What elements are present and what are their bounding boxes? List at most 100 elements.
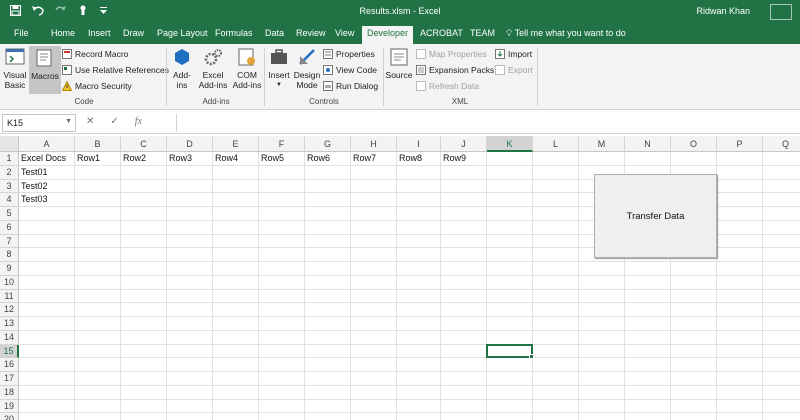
row-header-1[interactable]: 1 xyxy=(0,152,19,166)
row-header-3[interactable]: 3 xyxy=(0,179,19,194)
select-all-button[interactable] xyxy=(0,136,19,152)
transfer-data-button[interactable]: Transfer Data xyxy=(594,174,717,258)
cell-j1[interactable]: Row9 xyxy=(441,152,466,166)
tell-me-search[interactable]: 💡︎ Tell me what you want to do xyxy=(506,28,626,39)
column-header-n[interactable]: N xyxy=(625,136,671,152)
selected-cell[interactable] xyxy=(486,343,534,360)
column-header-j[interactable]: J xyxy=(441,136,487,152)
tab-draw[interactable]: Draw xyxy=(123,28,144,38)
record-macro-button[interactable]: Record Macro xyxy=(62,49,128,59)
row-header-5[interactable]: 5 xyxy=(0,207,19,221)
tab-team[interactable]: TEAM xyxy=(470,28,495,38)
cell-a4[interactable]: Test03 xyxy=(19,193,48,207)
name-box[interactable]: K15 ▼ xyxy=(2,114,76,132)
row-header-9[interactable]: 9 xyxy=(0,262,19,276)
insert-controls-label: Insert xyxy=(268,70,290,80)
fill-handle[interactable] xyxy=(529,354,534,360)
cell-b1[interactable]: Row1 xyxy=(75,152,100,166)
cell-i1[interactable]: Row8 xyxy=(397,152,422,166)
cancel-icon[interactable]: ✕ xyxy=(86,116,94,127)
column-header-l[interactable]: L xyxy=(533,136,579,152)
cell-e1[interactable]: Row4 xyxy=(213,152,238,166)
visual-basic-button[interactable]: Visual Basic xyxy=(2,47,28,90)
row-header-6[interactable]: 6 xyxy=(0,220,19,235)
tab-review[interactable]: Review xyxy=(296,28,326,38)
view-code-button[interactable]: View Code xyxy=(323,65,377,75)
formula-input[interactable] xyxy=(176,114,798,132)
column-header-b[interactable]: B xyxy=(75,136,121,152)
design-mode-button[interactable]: Design Mode xyxy=(293,47,321,90)
use-relative-references-button[interactable]: Use Relative References xyxy=(62,65,169,75)
row-header-17[interactable]: 17 xyxy=(0,372,19,386)
insert-function-icon[interactable]: fx xyxy=(135,116,142,127)
cell-a2[interactable]: Test01 xyxy=(19,166,48,180)
row-header-19[interactable]: 19 xyxy=(0,399,19,414)
tab-data[interactable]: Data xyxy=(265,28,284,38)
cell-c1[interactable]: Row2 xyxy=(121,152,146,166)
tab-formulas[interactable]: Formulas xyxy=(215,28,253,38)
column-header-d[interactable]: D xyxy=(167,136,213,152)
run-dialog-button[interactable]: Run Dialog xyxy=(323,81,378,91)
cell-h1[interactable]: Row7 xyxy=(351,152,376,166)
row-header-7[interactable]: 7 xyxy=(0,234,19,249)
column-header-i[interactable]: I xyxy=(397,136,441,152)
add-ins-label: Add-ins xyxy=(173,70,191,90)
row-header-18[interactable]: 18 xyxy=(0,385,19,400)
column-header-f[interactable]: F xyxy=(259,136,305,152)
row-header-12[interactable]: 12 xyxy=(0,303,19,317)
properties-label: Properties xyxy=(336,49,375,59)
map-properties-button[interactable]: Map Properties xyxy=(416,49,487,59)
properties-button[interactable]: Properties xyxy=(323,49,375,59)
refresh-data-button[interactable]: Refresh Data xyxy=(416,81,479,91)
tab-view[interactable]: View xyxy=(335,28,354,38)
column-header-a[interactable]: A xyxy=(19,136,75,152)
run-dialog-label: Run Dialog xyxy=(336,81,379,91)
enter-icon[interactable]: ✓ xyxy=(110,116,118,127)
export-button[interactable]: Export xyxy=(495,65,533,75)
add-ins-button[interactable]: Add-ins xyxy=(169,47,195,90)
macros-button[interactable]: Macros xyxy=(29,46,61,94)
column-header-p[interactable]: P xyxy=(717,136,763,152)
column-header-o[interactable]: O xyxy=(671,136,717,152)
row-header-20[interactable]: 20 xyxy=(0,413,19,420)
ribbon-display-options-button[interactable] xyxy=(770,4,792,20)
column-header-c[interactable]: C xyxy=(121,136,167,152)
row-header-14[interactable]: 14 xyxy=(0,330,19,345)
import-button[interactable]: Import xyxy=(495,49,532,59)
source-button[interactable]: Source xyxy=(385,47,413,80)
tab-acrobat[interactable]: ACROBAT xyxy=(420,28,463,38)
column-header-g[interactable]: G xyxy=(305,136,351,152)
row-header-4[interactable]: 4 xyxy=(0,193,19,207)
row-header-13[interactable]: 13 xyxy=(0,317,19,331)
column-header-q[interactable]: Q xyxy=(763,136,800,152)
cell-f1[interactable]: Row5 xyxy=(259,152,284,166)
insert-controls-button[interactable]: Insert ▼ xyxy=(266,47,292,90)
tab-developer[interactable]: Developer xyxy=(362,26,414,44)
column-header-m[interactable]: M xyxy=(579,136,625,152)
row-header-8[interactable]: 8 xyxy=(0,248,19,262)
column-header-e[interactable]: E xyxy=(213,136,259,152)
column-header-h[interactable]: H xyxy=(351,136,397,152)
tab-page-layout[interactable]: Page Layout xyxy=(157,28,208,38)
tab-insert[interactable]: Insert xyxy=(88,28,111,38)
row-header-2[interactable]: 2 xyxy=(0,165,19,180)
tab-file[interactable]: File xyxy=(14,28,29,38)
user-name[interactable]: Ridwan Khan xyxy=(696,6,750,16)
tab-home[interactable]: Home xyxy=(51,28,75,38)
cell-g1[interactable]: Row6 xyxy=(305,152,330,166)
row-header-11[interactable]: 11 xyxy=(0,289,19,304)
column-header-k[interactable]: K xyxy=(487,136,533,152)
row-header-16[interactable]: 16 xyxy=(0,358,19,372)
worksheet-grid[interactable]: ABCDEFGHIJKLMNOPQ 1 2 3 4 5 6 7 8 9 10 11 12 13 14 15 1… xyxy=(0,136,800,420)
row-header-15[interactable]: 15 xyxy=(0,344,19,359)
cell-d1[interactable]: Row3 xyxy=(167,152,192,166)
com-add-ins-button[interactable]: COM Add-ins xyxy=(231,47,263,90)
row-header-10[interactable]: 10 xyxy=(0,275,19,290)
cell-a1[interactable]: Excel Docs xyxy=(19,152,66,166)
chevron-down-icon[interactable]: ▼ xyxy=(65,118,72,125)
expansion-packs-button[interactable]: Expansion Packs xyxy=(416,65,494,75)
cell-a3[interactable]: Test02 xyxy=(19,180,48,194)
macro-security-button[interactable]: Macro Security xyxy=(62,81,132,91)
view-code-icon xyxy=(323,65,333,75)
excel-add-ins-button[interactable]: Excel Add-ins xyxy=(196,47,230,90)
